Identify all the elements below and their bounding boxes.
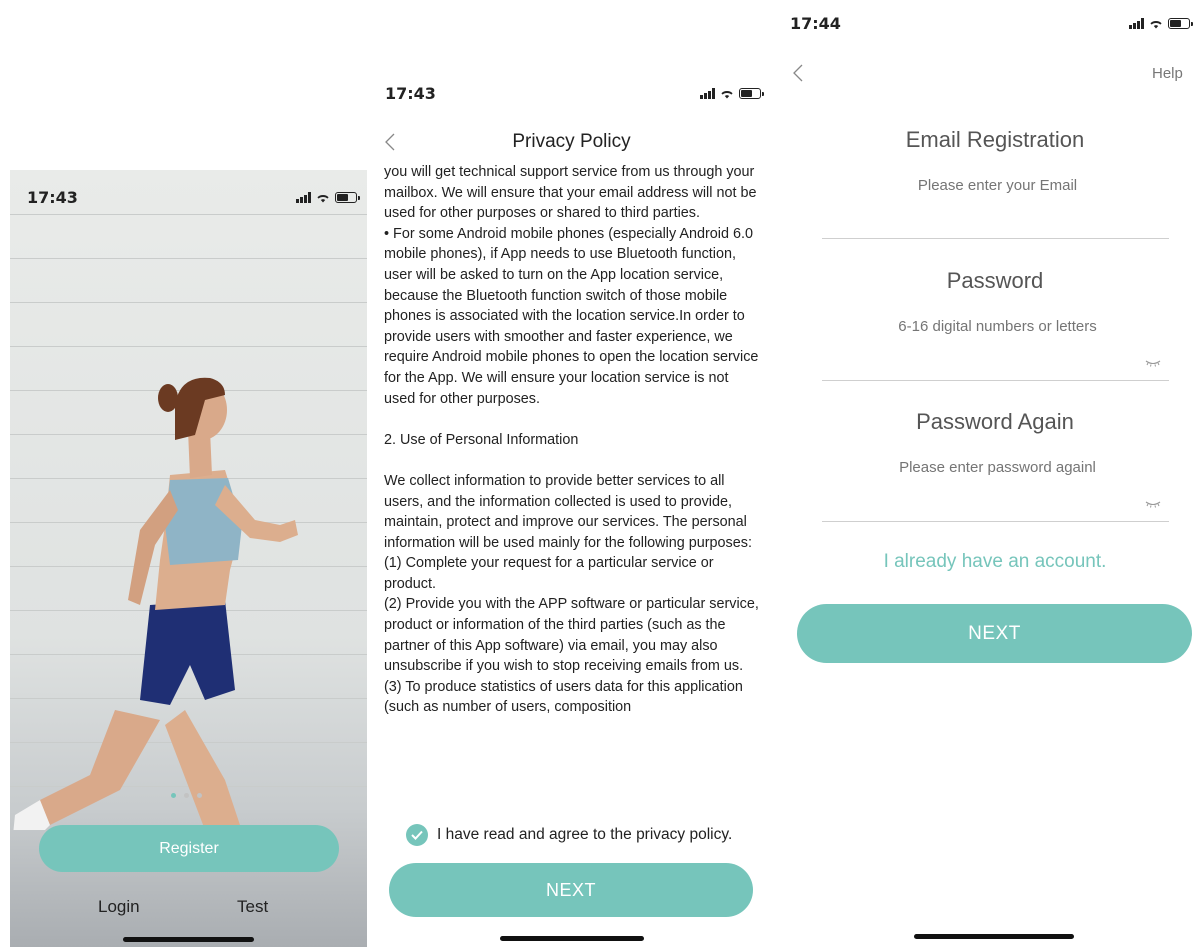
email-underline (822, 238, 1169, 239)
status-time: 17:43 (27, 188, 78, 207)
policy-paragraph: you will get technical support service f… (384, 164, 757, 222)
page-dot (197, 793, 202, 798)
policy-paragraph: We collect information to provide better… (384, 472, 752, 551)
next-button[interactable]: NEXT (389, 863, 753, 917)
policy-paragraph: (2) Provide you with the APP software or… (384, 596, 759, 675)
password-again-input[interactable] (822, 452, 1173, 482)
home-indicator (500, 936, 644, 941)
policy-scroll-area[interactable]: you will get technical support service f… (384, 162, 762, 800)
next-button[interactable]: NEXT (797, 604, 1192, 663)
wifi-icon (721, 91, 733, 99)
welcome-screen: 17:43 Register Login Test (10, 170, 367, 947)
back-chevron-icon[interactable] (384, 132, 396, 152)
status-icons (700, 88, 764, 99)
password-again-title: Password Again (916, 409, 1074, 434)
agree-row[interactable]: I have read and agree to the privacy pol… (406, 824, 732, 846)
wall-line (10, 258, 367, 259)
scroll-fade (384, 780, 762, 802)
home-indicator (914, 934, 1074, 939)
page-indicator (171, 793, 202, 798)
password-underline (822, 380, 1169, 381)
signal-icon (1129, 18, 1144, 29)
back-chevron-icon[interactable] (792, 63, 804, 83)
policy-paragraph: • For some Android mobile phones (especi… (384, 225, 759, 407)
email-title: Email Registration (905, 127, 1085, 152)
policy-paragraph (384, 409, 762, 430)
password-title: Password (946, 268, 1044, 293)
password-input[interactable] (822, 311, 1173, 341)
status-bar: 17:44 (790, 14, 1193, 33)
policy-heading: 2. Use of Personal Information (384, 431, 579, 448)
home-indicator (123, 937, 254, 942)
wifi-icon (317, 195, 329, 203)
battery-icon (335, 192, 360, 203)
battery-icon (1168, 18, 1193, 29)
signal-icon (296, 192, 311, 203)
agree-checkbox[interactable] (406, 824, 428, 846)
status-time: 17:43 (385, 84, 436, 103)
check-icon (411, 830, 423, 840)
wifi-icon (1150, 21, 1162, 29)
login-link[interactable]: Login (98, 897, 140, 917)
help-link[interactable]: Help (1152, 65, 1183, 82)
test-link[interactable]: Test (237, 897, 268, 917)
page-dot (184, 793, 189, 798)
status-icons (296, 192, 360, 203)
signal-icon (700, 88, 715, 99)
password-again-underline (822, 521, 1169, 522)
battery-icon (739, 88, 764, 99)
policy-paragraph: (1) Complete your request for a particul… (384, 555, 714, 592)
status-icons (1129, 18, 1193, 29)
runner-photo (13, 377, 298, 830)
policy-paragraph: (3) To produce statistics of users data … (384, 678, 743, 716)
page-dot-active (171, 793, 176, 798)
wall-line (10, 214, 367, 215)
eye-closed-icon[interactable] (1145, 500, 1161, 508)
page-title: Privacy Policy (512, 131, 631, 152)
status-time: 17:44 (790, 14, 841, 33)
eye-closed-icon[interactable] (1145, 359, 1161, 367)
policy-paragraph (384, 450, 762, 471)
register-button[interactable]: Register (39, 825, 339, 872)
status-bar: 17:43 (385, 84, 764, 103)
email-input[interactable] (822, 170, 1173, 200)
status-bar: 17:43 (27, 188, 360, 207)
have-account-link[interactable]: I already have an account. (810, 551, 1180, 573)
agree-label: I have read and agree to the privacy pol… (437, 826, 733, 843)
